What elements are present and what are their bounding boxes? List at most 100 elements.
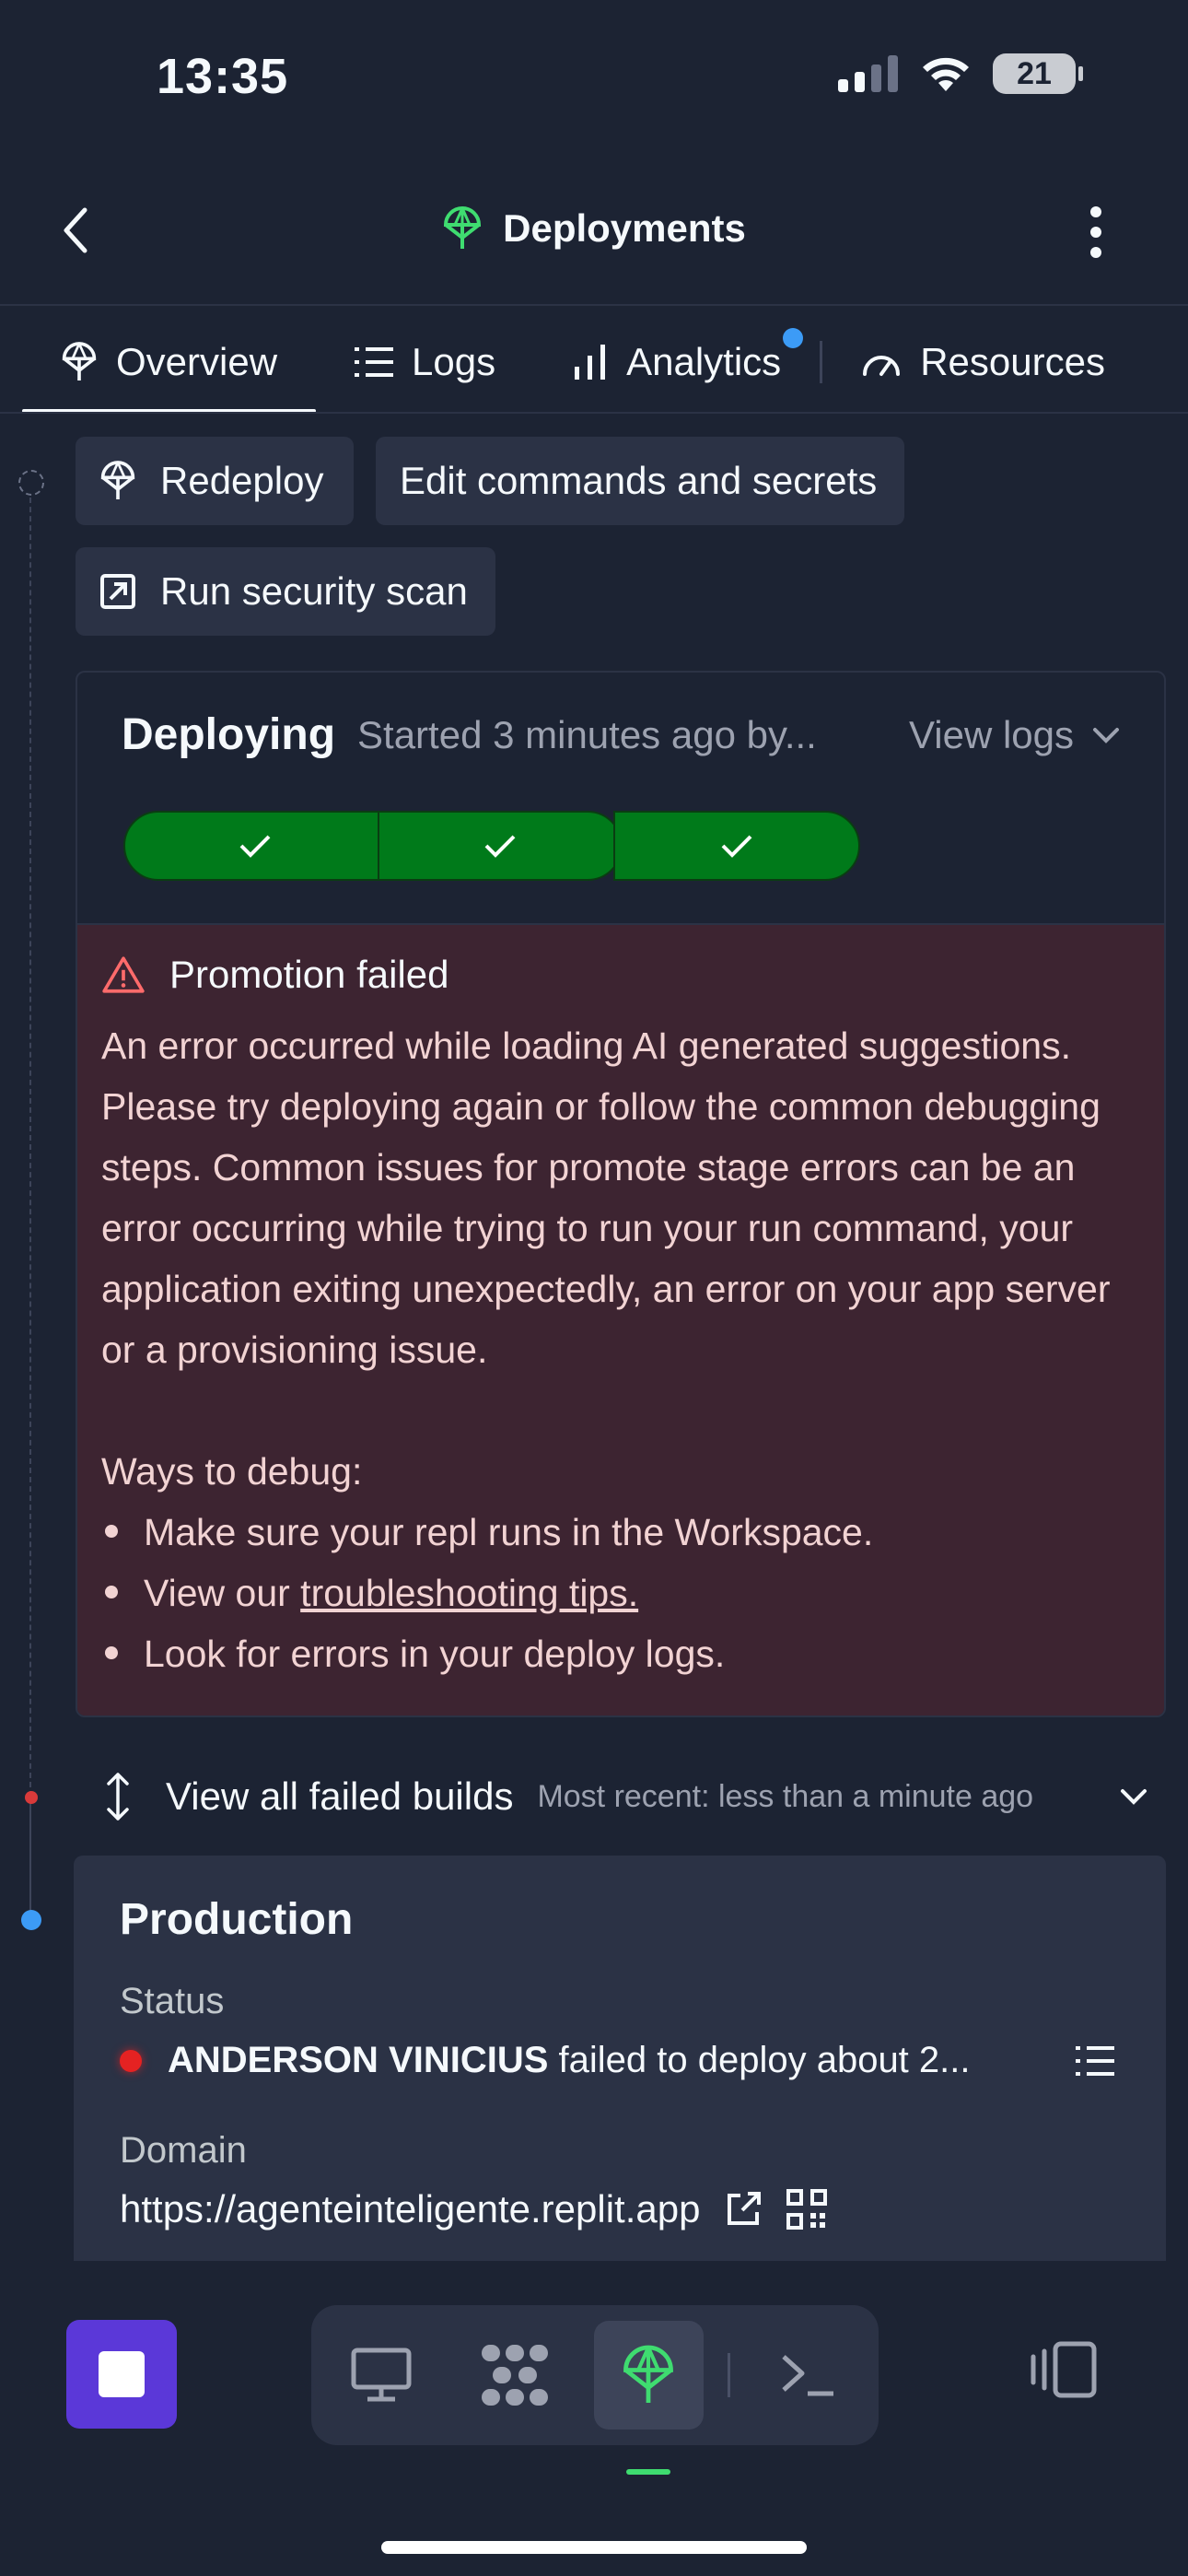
deployment-started-text: Started 3 minutes ago by... (357, 712, 817, 756)
tab-label: Logs (412, 340, 496, 383)
deploy-balloon-icon (100, 461, 135, 499)
timeline-line (29, 479, 31, 1797)
more-options-button[interactable] (1087, 205, 1105, 264)
production-card: Production Status ANDERSON VINICIUS fail… (74, 1856, 1166, 2261)
deployment-card: Deploying Started 3 minutes ago by... Vi… (76, 671, 1166, 1717)
timeline-node-failed (25, 1791, 38, 1804)
debug-item-text: Look for errors in your deploy logs. (144, 1633, 726, 1675)
warning-triangle-icon (102, 956, 145, 993)
deploy-balloon-icon (444, 205, 482, 249)
vertical-arrows-icon (107, 1773, 129, 1821)
list-icon (355, 347, 394, 377)
status-time: 13:35 (157, 49, 289, 104)
redeploy-button[interactable]: Redeploy (76, 437, 354, 525)
header-divider (0, 304, 1188, 306)
active-tool-indicator (626, 2469, 670, 2475)
deployments-tool-button[interactable] (593, 2321, 704, 2430)
domain-label: Domain (120, 2130, 247, 2171)
production-title: Production (120, 1895, 354, 1944)
gauge-icon (863, 356, 901, 376)
status-label: Status (120, 1981, 225, 2021)
debug-item: Look for errors in your deploy logs. (101, 1623, 1140, 1684)
failed-builds-meta: Most recent: less than a minute ago (537, 1778, 1034, 1814)
tab-analytics[interactable]: Analytics (534, 311, 820, 413)
deployment-progress (123, 811, 1118, 881)
error-body: An error occurred while loading AI gener… (101, 1015, 1140, 1684)
stop-button[interactable] (66, 2320, 177, 2429)
panels-button[interactable] (1030, 2340, 1098, 2404)
debug-item-text: View our (144, 1572, 301, 1614)
terminal-icon (782, 2355, 834, 2396)
chevron-down-icon (1121, 1789, 1147, 1805)
deploy-balloon-icon (62, 342, 97, 381)
view-logs-label: View logs (909, 712, 1074, 756)
stop-icon (99, 2351, 145, 2397)
tab-resources[interactable]: Resources (822, 311, 1144, 413)
header-title: Deployments (0, 205, 1188, 252)
check-icon (239, 835, 271, 858)
production-status: ANDERSON VINICIUS failed to deploy about… (120, 2040, 1114, 2081)
qr-code-icon[interactable] (786, 2189, 828, 2230)
check-icon (484, 835, 516, 858)
deploy-balloon-icon (623, 2345, 674, 2403)
bar-chart-icon (575, 345, 606, 380)
edit-commands-button[interactable]: Edit commands and secrets (376, 437, 904, 525)
status-user: ANDERSON VINICIUS (168, 2040, 549, 2080)
battery-indicator: 21 (993, 53, 1083, 94)
edit-commands-label: Edit commands and secrets (400, 459, 878, 502)
webview-tool-button[interactable] (326, 2321, 436, 2430)
stage-success (123, 811, 387, 881)
check-icon (721, 835, 752, 858)
deployment-header: Deploying Started 3 minutes ago by... Vi… (122, 709, 1120, 760)
failed-builds-label: View all failed builds (166, 1774, 514, 1818)
tiles-icon (481, 2345, 548, 2406)
error-panel: Promotion failed An error occurred while… (77, 925, 1164, 1715)
tab-label: Overview (116, 340, 278, 383)
chevron-down-icon (1093, 727, 1119, 744)
security-scan-button[interactable]: Run security scan (76, 547, 495, 636)
view-logs-toggle[interactable]: View logs (909, 713, 1120, 757)
monitor-icon (351, 2348, 412, 2402)
warning-triangle-icon (964, 828, 1005, 863)
wifi-icon (923, 57, 969, 91)
deployment-status-title: Deploying (122, 710, 336, 759)
external-link-icon[interactable] (724, 2190, 763, 2229)
troubleshooting-link[interactable]: troubleshooting tips. (300, 1572, 638, 1614)
dock-separator (727, 2353, 730, 2397)
error-message: An error occurred while loading AI gener… (101, 1025, 1111, 1371)
tab-bar: Overview Logs Analytics Resources (22, 311, 1144, 413)
error-title: Promotion failed (169, 953, 449, 996)
tool-dock (311, 2305, 879, 2445)
workspace-tool-button[interactable] (460, 2321, 569, 2430)
page-title: Deployments (503, 206, 746, 250)
status-message: failed to deploy about 2... (548, 2040, 971, 2080)
debug-item: Make sure your repl runs in the Workspac… (101, 1502, 1140, 1563)
domain-url[interactable]: https://agenteinteligente.replit.app (120, 2187, 700, 2231)
debug-list: Make sure your repl runs in the Workspac… (101, 1502, 1140, 1684)
status-icons: 21 (838, 53, 1083, 94)
external-arrow-icon (100, 574, 135, 609)
battery-level: 21 (1017, 55, 1052, 91)
redeploy-label: Redeploy (160, 459, 324, 502)
home-indicator (381, 2541, 807, 2554)
stage-error (851, 811, 1118, 881)
kebab-icon (1090, 206, 1101, 258)
failed-builds-toggle[interactable]: View all failed builds Most recent: less… (98, 1762, 1147, 1832)
notification-dot (783, 328, 804, 348)
security-scan-label: Run security scan (160, 569, 468, 613)
tab-label: Analytics (626, 340, 782, 383)
error-title-row: Promotion failed (101, 953, 1140, 997)
status-text: ANDERSON VINICIUS failed to deploy about… (168, 2040, 971, 2081)
list-icon[interactable] (1076, 2044, 1114, 2078)
shell-tool-button[interactable] (754, 2321, 864, 2430)
debug-item-text: Make sure your repl runs in the Workspac… (144, 1511, 874, 1553)
timeline-line-solid (29, 1797, 31, 1926)
tabs-divider (0, 412, 1188, 414)
cellular-signal-icon (838, 55, 898, 92)
timeline-node-pending (18, 470, 44, 496)
tab-overview[interactable]: Overview (22, 311, 317, 413)
tab-logs[interactable]: Logs (316, 311, 534, 413)
stage-success (378, 811, 623, 881)
status-indicator (120, 2049, 142, 2072)
debug-heading: Ways to debug: (101, 1450, 363, 1493)
